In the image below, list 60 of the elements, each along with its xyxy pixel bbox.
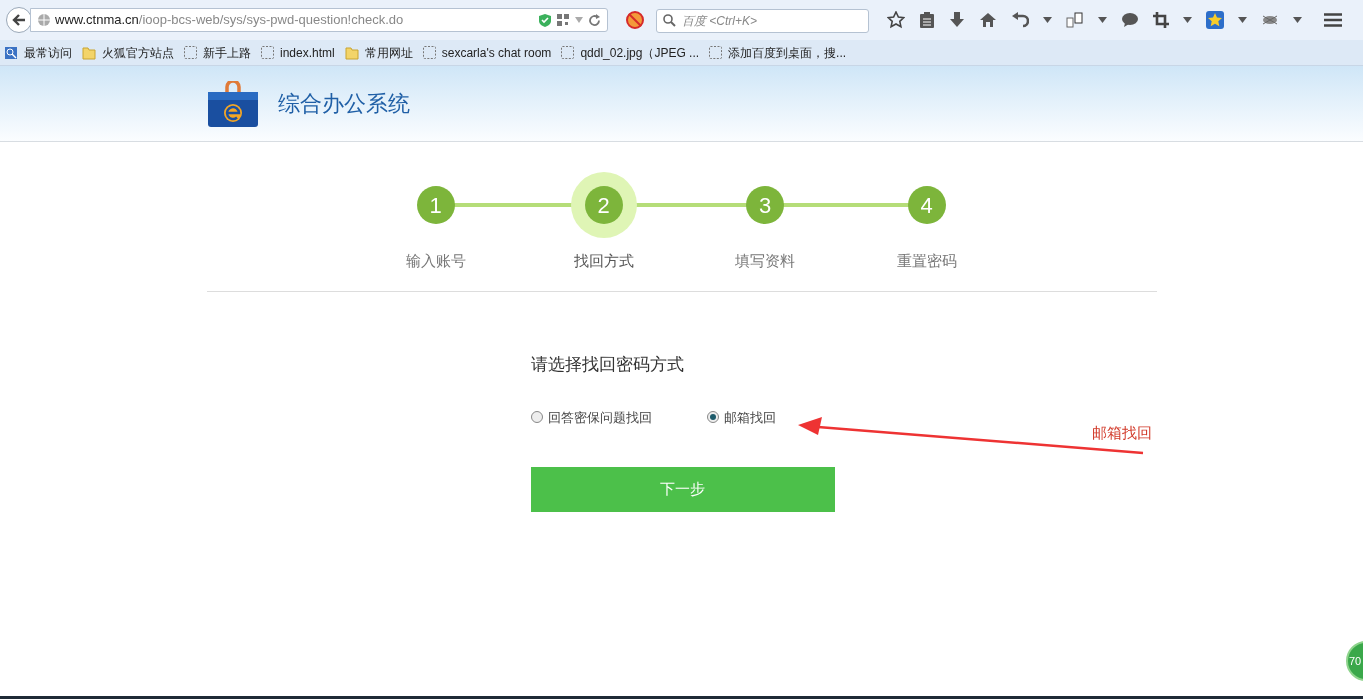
pages-icon[interactable] [1066,12,1084,28]
download-icon[interactable] [949,11,965,29]
dropdown-icon[interactable] [1238,17,1247,23]
bookmark-item[interactable]: 火狐官方站点 [102,43,174,62]
dropdown-icon[interactable] [1098,17,1107,23]
qr-code-icon [556,13,570,27]
bookmark-item[interactable]: 常用网址 [364,43,413,62]
bookmark-item[interactable]: 最常访问 [24,43,72,62]
folder-icon [344,45,359,60]
radio-button[interactable] [530,411,543,424]
shield-icon [538,12,552,28]
step-number: 4 [907,186,946,224]
search-field[interactable]: 百度 <Ctrl+K> [656,8,869,33]
option-label: 邮箱找回 [723,408,776,427]
bookmark-item[interactable]: index.html [280,43,335,62]
annotation-label: 邮箱找回 [1092,423,1152,443]
dropdown-icon[interactable] [1043,17,1052,23]
step-label: 填写资料 [735,251,795,271]
search-icon [663,13,676,27]
bug-icon[interactable] [1261,13,1279,27]
step-label: 找回方式 [573,251,634,271]
dropdown-icon[interactable] [1183,17,1192,23]
clipboard-icon[interactable] [919,11,935,29]
radio-button[interactable] [706,411,719,424]
folder-icon [82,45,96,60]
blocked-icon[interactable] [626,11,644,29]
globe-icon [37,13,51,27]
bookmark-item[interactable]: 添加百度到桌面，搜... [728,43,847,62]
reload-icon[interactable] [588,13,601,27]
step-label: 输入账号 [405,251,466,271]
bookmark-item[interactable]: sexcarla's chat room [441,43,552,62]
menu-icon[interactable] [1324,13,1342,27]
bookmark-item[interactable]: qddl_02.jpg（JPEG ... [580,43,700,62]
score-badge: 70 [1346,641,1363,681]
home-icon[interactable] [979,12,997,28]
form-heading: 请选择找回密码方式 [530,354,685,376]
page-icon [184,46,197,59]
step-number: 3 [746,186,784,224]
page-icon [561,46,575,59]
bookmark-item[interactable]: 新手上路 [203,43,251,62]
option-label: 回答密保问题找回 [547,408,652,427]
page-icon [422,46,436,59]
step-number: 2 [584,186,623,224]
site-title: 综合办公系统 [278,90,410,118]
back-button[interactable] [6,7,32,33]
briefcase-logo-icon [208,80,258,127]
star-icon[interactable] [887,11,905,29]
dropdown-icon[interactable] [1293,17,1302,23]
step-number: 1 [416,186,455,224]
chat-bubble-icon[interactable] [1121,12,1139,28]
back-arrow-icon [12,13,26,27]
star-badge-icon[interactable] [1206,11,1224,29]
address-bar[interactable]: www.ctnma.cn/ioop-bcs-web/sys/sys-pwd-question!check.do [30,8,608,32]
step-label: 重置密码 [896,251,957,271]
url-text: www.ctnma.cn/ioop-bcs-web/sys/sys-pwd-question!check.do [55,11,404,30]
undo-icon[interactable] [1011,12,1029,28]
page-icon [709,46,723,59]
page-icon [261,46,274,59]
search-page-icon [4,45,18,60]
crop-icon[interactable] [1153,12,1169,28]
